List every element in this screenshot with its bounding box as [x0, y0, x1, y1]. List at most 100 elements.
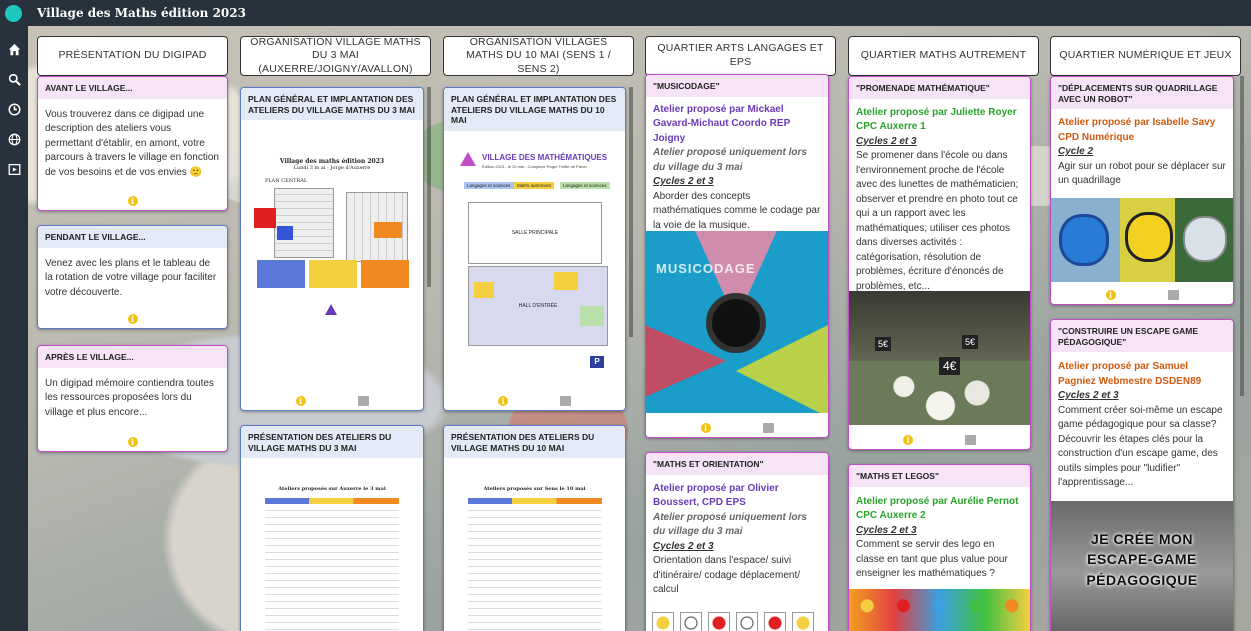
- presentation-icon[interactable]: [0, 154, 28, 184]
- card-title: "MATHS ET ORIENTATION": [646, 453, 828, 475]
- card-title: PLAN GÉNÉRAL ET IMPLANTATION DES ATELIER…: [444, 88, 625, 131]
- salle-principale-room: SALLE PRINCIPALE: [468, 202, 602, 264]
- info-icon[interactable]: i: [498, 396, 508, 406]
- plan-10-mai-document[interactable]: VILLAGE DES MATHÉMATIQUES Édition 2023 -…: [444, 136, 625, 386]
- zone-orange: [374, 222, 402, 238]
- plan-3-mai-document[interactable]: Village des maths édition 2023 Lundi 3 m…: [241, 136, 423, 386]
- info-icon[interactable]: i: [1105, 290, 1116, 300]
- card-pendant-village[interactable]: PENDANT LE VILLAGE... Venez avec les pla…: [37, 225, 228, 329]
- column-organisation-10-mai: ORGANISATION VILLAGES MATHS DU 10 MAI (S…: [443, 36, 634, 76]
- search-icon[interactable]: [0, 64, 28, 94]
- card-plan-10-mai[interactable]: PLAN GÉNÉRAL ET IMPLANTATION DES ATELIER…: [443, 87, 626, 411]
- column-title[interactable]: ORGANISATION VILLAGE MATHS DU 3 MAI (AUX…: [240, 36, 431, 76]
- escape-game-image[interactable]: JE CRÉE MON ESCAPE-GAME PÉDAGOGIQUE: [1051, 501, 1233, 631]
- legend-item: Maths autrement: [514, 182, 554, 189]
- column-scrollbar[interactable]: [629, 87, 633, 337]
- card-plan-3-mai[interactable]: PLAN GÉNÉRAL ET IMPLANTATION DES ATELIER…: [240, 87, 424, 411]
- card-cycle: Cycles 2 et 3: [856, 524, 917, 536]
- top-bar: Village des Maths édition 2023: [0, 0, 1251, 26]
- card-title: "DÉPLACEMENTS SUR QUADRILLAGE AVEC UN RO…: [1051, 77, 1233, 110]
- marker-icon: [680, 612, 702, 631]
- doc-subtitle: Lundi 3 m ai - Jorge d'Auxerre: [293, 165, 371, 171]
- column-title[interactable]: ORGANISATION VILLAGES MATHS DU 10 MAI (S…: [443, 36, 634, 76]
- document-icon[interactable]: [560, 396, 571, 406]
- column-title[interactable]: PRÉSENTATION DU DIGIPAD: [37, 36, 228, 76]
- smile-emoji-icon: 🙂: [189, 166, 202, 178]
- card-note: Atelier proposé uniquement lors du villa…: [653, 511, 807, 538]
- card-cycle: Cycles 2 et 3: [856, 135, 917, 147]
- card-musicodage[interactable]: "MUSICODAGE" Atelier proposé par Mickael…: [645, 74, 829, 438]
- app-logo-icon[interactable]: [5, 4, 22, 22]
- parking-icon: P: [590, 356, 604, 368]
- doc-heading: Ateliers proposés sur Sens le 10 mai: [483, 486, 586, 492]
- column-title[interactable]: QUARTIER ARTS LANGAGES ET EPS: [645, 36, 836, 76]
- column-presentation: PRÉSENTATION DU DIGIPAD: [37, 36, 228, 76]
- card-maths-orientation[interactable]: "MATHS ET ORIENTATION" Atelier proposé p…: [645, 452, 829, 631]
- zone-green: [580, 306, 604, 326]
- legos-image[interactable]: [849, 589, 1030, 631]
- orientation-image[interactable]: [646, 608, 828, 631]
- card-text: Un digipad mémoire contiendra toutes les…: [45, 377, 214, 418]
- vinyl-record-icon: [706, 293, 766, 353]
- board-scrollbar[interactable]: [1240, 76, 1244, 396]
- card-escape-game[interactable]: "CONSTRUIRE UN ESCAPE GAME PÉDAGOGIQUE" …: [1050, 319, 1234, 631]
- doc-title: Village des maths édition 2023: [279, 158, 385, 165]
- column-title[interactable]: QUARTIER MATHS AUTREMENT: [848, 36, 1039, 76]
- info-icon[interactable]: i: [903, 435, 913, 445]
- logo-triangle-icon: [325, 304, 337, 315]
- price-tag: 5€: [962, 335, 979, 349]
- card-maths-legos[interactable]: "MATHS ET LEGOS" Atelier proposé par Aur…: [848, 464, 1031, 631]
- flower-market-image[interactable]: 5€ 5€ 4€: [849, 291, 1030, 425]
- card-deplacements-robot[interactable]: "DÉPLACEMENTS SUR QUADRILLAGE AVEC UN RO…: [1050, 76, 1234, 305]
- legend-yellow: [309, 260, 357, 288]
- info-icon[interactable]: i: [127, 437, 138, 447]
- marker-icon: [764, 612, 786, 631]
- zone-blue: [277, 226, 293, 240]
- column-scrollbar[interactable]: [427, 87, 431, 287]
- village-logo-icon: [460, 152, 476, 166]
- card-text: Aborder des concepts mathématiques comme…: [653, 190, 821, 231]
- marker-icon: [652, 612, 674, 631]
- presentation-3-mai-document[interactable]: Ateliers proposés sur Auxerre le 3 mai: [241, 464, 423, 631]
- card-text: Comment se servir des lego en classe en …: [856, 539, 1008, 580]
- blue-robot-icon: [1059, 214, 1109, 266]
- column-arts-langages-eps: QUARTIER ARTS LANGAGES ET EPS: [645, 36, 836, 76]
- card-title: PRÉSENTATION DES ATELIERS DU VILLAGE MAT…: [241, 426, 423, 459]
- image-caption: MUSICODAGE: [656, 261, 756, 276]
- card-avant-village[interactable]: AVANT LE VILLAGE... Vous trouverez dans …: [37, 76, 228, 211]
- column-title[interactable]: QUARTIER NUMÉRIQUE ET JEUX: [1050, 36, 1241, 76]
- card-presentation-3-mai[interactable]: PRÉSENTATION DES ATELIERS DU VILLAGE MAT…: [240, 425, 424, 631]
- image-icon[interactable]: [965, 435, 976, 445]
- legend-item: Langages et sciences: [464, 182, 514, 189]
- history-icon[interactable]: [0, 94, 28, 124]
- info-icon[interactable]: i: [127, 196, 138, 206]
- musicodage-image[interactable]: MUSICODAGE: [646, 231, 828, 413]
- image-icon[interactable]: [762, 423, 774, 433]
- robots-image[interactable]: [1051, 198, 1233, 282]
- card-title: PLAN GÉNÉRAL ET IMPLANTATION DES ATELIER…: [241, 88, 423, 121]
- doc-title: VILLAGE DES MATHÉMATIQUES: [482, 153, 608, 162]
- presentation-10-mai-document[interactable]: Ateliers proposés sur Sens le 10 mai: [444, 464, 625, 631]
- card-presentation-10-mai[interactable]: PRÉSENTATION DES ATELIERS DU VILLAGE MAT…: [443, 425, 626, 631]
- card-title: "MATHS ET LEGOS": [849, 465, 1030, 487]
- doc-table-header: [468, 498, 602, 504]
- document-icon[interactable]: [357, 396, 369, 406]
- card-apres-village[interactable]: APRÈS LE VILLAGE... Un digipad mémoire c…: [37, 345, 228, 452]
- marker-icon: [736, 612, 758, 631]
- legend-item: Langages et sciences: [560, 182, 610, 189]
- card-promenade-mathematique[interactable]: "PROMENADE MATHÉMATIQUE" Atelier proposé…: [848, 76, 1031, 450]
- image-icon[interactable]: [1167, 290, 1179, 300]
- doc-table-body: [265, 506, 399, 631]
- home-icon[interactable]: [0, 34, 28, 64]
- card-cycle: Cycles 2 et 3: [1058, 390, 1119, 402]
- card-author: Atelier proposé par Samuel Pagniez Webme…: [1058, 361, 1202, 387]
- column-numerique-jeux: QUARTIER NUMÉRIQUE ET JEUX: [1050, 36, 1241, 76]
- info-icon[interactable]: i: [295, 396, 306, 406]
- zone-yellow: [474, 282, 494, 298]
- card-title: PENDANT LE VILLAGE...: [38, 226, 227, 248]
- info-icon[interactable]: i: [127, 314, 138, 324]
- globe-icon[interactable]: [0, 124, 28, 154]
- marker-icon: [708, 612, 730, 631]
- doc-subtitle: Édition 2023 - le 10 mai - Complexe Roge…: [482, 164, 587, 169]
- info-icon[interactable]: i: [700, 423, 711, 433]
